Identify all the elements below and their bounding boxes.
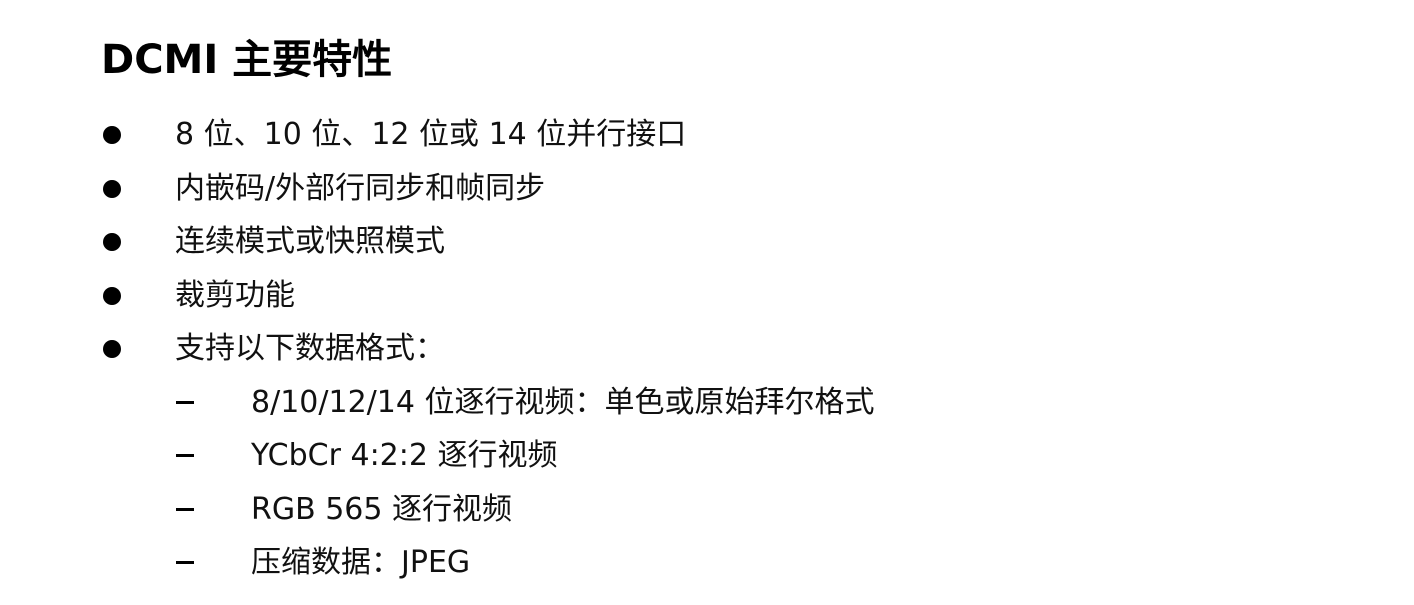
bullet-dot-icon [103, 179, 121, 198]
bullet-dash-icon [176, 507, 194, 511]
list-item-text: 连续模式或快照模式 [175, 224, 445, 259]
bullet-dot-icon [103, 126, 121, 144]
sub-list-item-text: RGB 565 逐行视频 [251, 491, 513, 527]
page-title: DCMI 主要特性 [101, 37, 393, 83]
list-item-text: 支持以下数据格式： [175, 331, 445, 366]
bullet-dash-icon [176, 454, 194, 457]
bullet-dash-icon [176, 561, 194, 564]
document-page: DCMI 主要特性 8 位、10 位、12 位或 14 位并行接口 内嵌码/外部… [0, 0, 1414, 605]
list-item-text: 8 位、10 位、12 位或 14 位并行接口 [175, 117, 687, 152]
list-item-text: 裁剪功能 [175, 277, 295, 313]
bullet-dot-icon [103, 233, 121, 251]
sub-list-item-text: YCbCr 4:2:2 逐行视频 [251, 438, 558, 473]
bullet-dot-icon [103, 286, 121, 305]
sub-list-item-text: 8/10/12/14 位逐行视频：单色或原始拜尔格式 [251, 384, 875, 420]
bullet-dot-icon [103, 340, 121, 358]
sub-list-item-text: 压缩数据：JPEG [251, 545, 471, 580]
bullet-dash-icon [176, 400, 194, 404]
list-item-text: 内嵌码/外部行同步和帧同步 [175, 170, 546, 206]
